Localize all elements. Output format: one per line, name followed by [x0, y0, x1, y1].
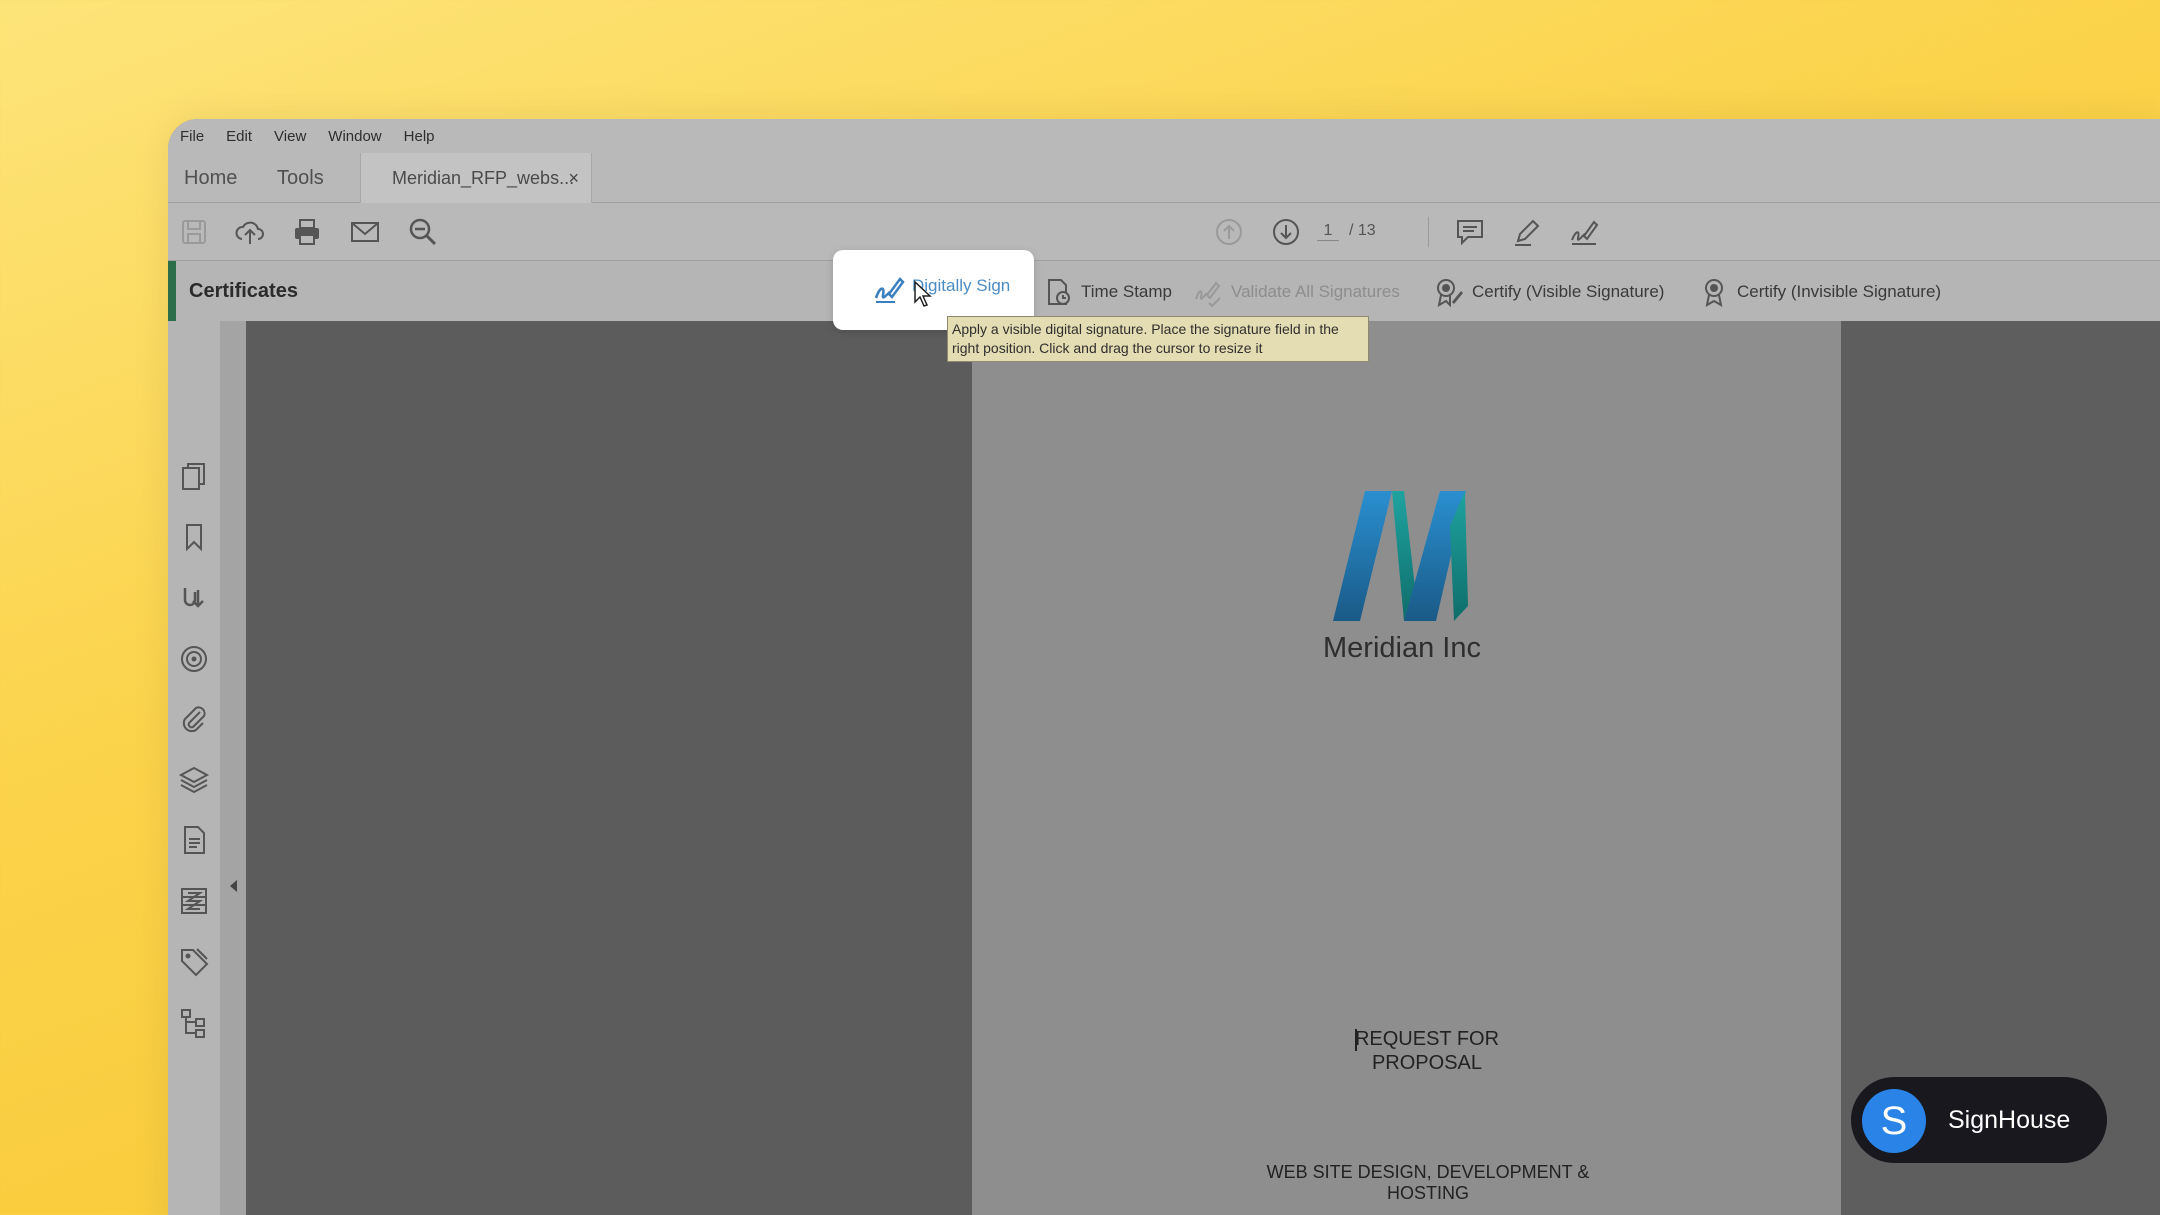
next-page-icon[interactable] [1270, 216, 1302, 248]
tab-document-label: Meridian_RFP_webs... [392, 168, 575, 188]
sidebar-collapse-strip[interactable] [220, 321, 246, 1215]
page-indicator: 1 / 13 [1317, 216, 1377, 246]
email-icon[interactable] [349, 216, 381, 248]
meridian-logo [1333, 491, 1468, 621]
bookmark-icon[interactable] [178, 521, 210, 553]
rfp-heading: REQUEST FOR PROPOSAL [1347, 1027, 1507, 1075]
digitally-sign-tooltip: Apply a visible digital signature. Place… [947, 316, 1369, 362]
upload-cloud-icon[interactable] [234, 216, 266, 248]
signhouse-name: SignHouse [1948, 1106, 2071, 1134]
menu-help[interactable]: Help [398, 128, 451, 145]
toolbar-divider [1428, 217, 1429, 247]
time-stamp-icon [1048, 279, 1070, 305]
save-icon[interactable] [178, 216, 210, 248]
layers-icon[interactable] [178, 764, 210, 796]
certify-visible-label: Certify (Visible Signature) [1472, 282, 1665, 301]
certify-invisible-button[interactable]: Certify (Invisible Signature) [1699, 277, 1941, 307]
validate-all-button[interactable]: Validate All Signatures [1193, 277, 1400, 307]
rfp-subtitle: WEB SITE DESIGN, DEVELOPMENT & HOSTING [1266, 1162, 1590, 1203]
close-icon[interactable]: × [568, 153, 579, 203]
validate-signature-icon [1195, 281, 1221, 307]
signhouse-badge: S SignHouse [1851, 1077, 2107, 1163]
page-number-input[interactable]: 1 [1317, 222, 1339, 241]
menu-edit[interactable]: Edit [220, 128, 268, 145]
print-icon[interactable] [291, 216, 323, 248]
zoom-out-icon[interactable] [407, 216, 439, 248]
tab-tools[interactable]: Tools [277, 153, 324, 203]
left-sidebar [168, 321, 220, 1215]
tab-document[interactable]: Meridian_RFP_webs... × [360, 153, 592, 203]
menu-file[interactable]: File [174, 128, 220, 145]
rfp-line-1: REQUEST FOR [1354, 1028, 1500, 1050]
collapse-arrow-icon[interactable] [227, 878, 239, 894]
time-stamp-button[interactable]: Time Stamp [1043, 277, 1172, 307]
tab-home[interactable]: Home [184, 153, 237, 203]
validate-all-label: Validate All Signatures [1231, 282, 1400, 301]
time-stamp-label: Time Stamp [1081, 282, 1173, 301]
certificates-bar: Certificates Time Stamp Validate All Sig… [168, 261, 2160, 321]
page-total: / 13 [1349, 222, 1376, 239]
destinations-icon[interactable] [178, 643, 210, 675]
tab-bar: Home Tools Meridian_RFP_webs... × [168, 153, 2160, 203]
main-toolbar: 1 / 13 [168, 203, 2160, 261]
certify-invisible-label: Certify (Invisible Signature) [1737, 282, 1942, 301]
rfp-line-2: PROPOSAL [1371, 1052, 1483, 1074]
tags-icon[interactable] [178, 946, 210, 978]
company-name: Meridian Inc [1323, 632, 1481, 664]
sign-icon[interactable] [1568, 216, 1600, 248]
signhouse-logo: S [1862, 1089, 1926, 1153]
digital-signature-icon [874, 277, 905, 303]
pages-icon[interactable] [178, 461, 210, 493]
comment-icon[interactable] [1454, 216, 1486, 248]
structure-tree-icon[interactable] [178, 1007, 210, 1039]
pdf-page[interactable] [972, 321, 1841, 1215]
menu-view[interactable]: View [268, 128, 322, 145]
certificates-title: Certificates [189, 280, 298, 302]
highlight-pen-icon[interactable] [1511, 216, 1543, 248]
certify-visible-button[interactable]: Certify (Visible Signature) [1434, 277, 1664, 307]
attachment-icon[interactable] [178, 703, 210, 735]
mouse-pointer-icon [914, 280, 932, 307]
certify-visible-icon [1437, 279, 1463, 307]
menu-bar: File Edit View Window Help [168, 119, 2160, 153]
fields-icon[interactable] [178, 885, 210, 917]
menu-window[interactable]: Window [322, 128, 397, 145]
previous-page-icon[interactable] [1213, 216, 1245, 248]
certify-invisible-icon [1705, 279, 1723, 307]
links-icon[interactable] [178, 582, 210, 614]
document-icon[interactable] [178, 824, 210, 856]
